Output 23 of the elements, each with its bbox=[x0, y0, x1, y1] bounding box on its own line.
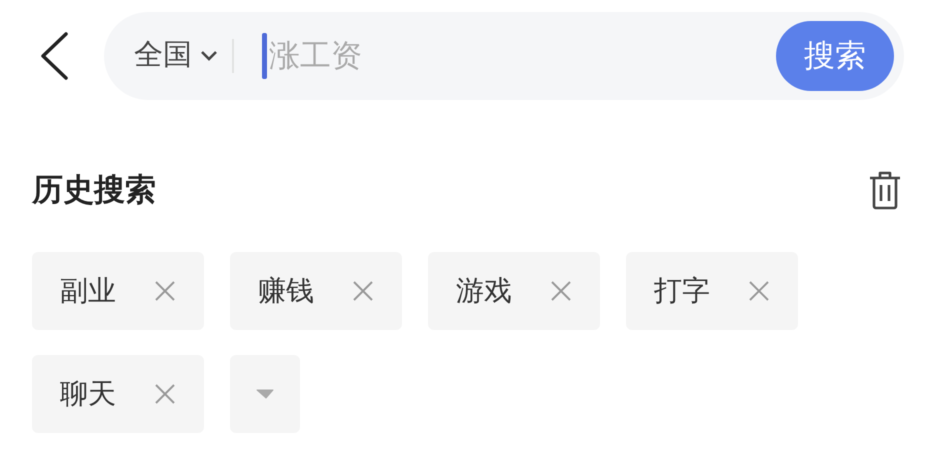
close-icon[interactable] bbox=[550, 280, 572, 302]
section-title: 历史搜索 bbox=[32, 171, 156, 209]
caret-down-icon bbox=[256, 388, 274, 398]
close-icon[interactable] bbox=[154, 280, 176, 302]
history-tag[interactable]: 副业 bbox=[32, 252, 204, 330]
trash-icon[interactable] bbox=[868, 170, 902, 210]
region-dropdown[interactable]: 全国 bbox=[134, 34, 218, 78]
tag-label: 打字 bbox=[654, 274, 710, 308]
history-tag[interactable]: 赚钱 bbox=[230, 252, 402, 330]
close-icon[interactable] bbox=[154, 382, 176, 404]
close-icon[interactable] bbox=[748, 280, 770, 302]
tag-label: 聊天 bbox=[60, 376, 116, 410]
tag-label: 游戏 bbox=[456, 274, 512, 308]
history-tag[interactable]: 打字 bbox=[626, 252, 798, 330]
tag-label: 赚钱 bbox=[258, 274, 314, 308]
close-icon[interactable] bbox=[352, 280, 374, 302]
text-cursor bbox=[262, 33, 267, 79]
tag-label: 副业 bbox=[60, 274, 116, 308]
history-tag[interactable]: 游戏 bbox=[428, 252, 600, 330]
chevron-down-icon bbox=[200, 50, 218, 62]
search-button[interactable]: 搜索 bbox=[776, 21, 894, 91]
search-field[interactable]: 全国 涨工资 搜索 bbox=[104, 12, 904, 100]
history-tag[interactable]: 聊天 bbox=[32, 354, 204, 432]
